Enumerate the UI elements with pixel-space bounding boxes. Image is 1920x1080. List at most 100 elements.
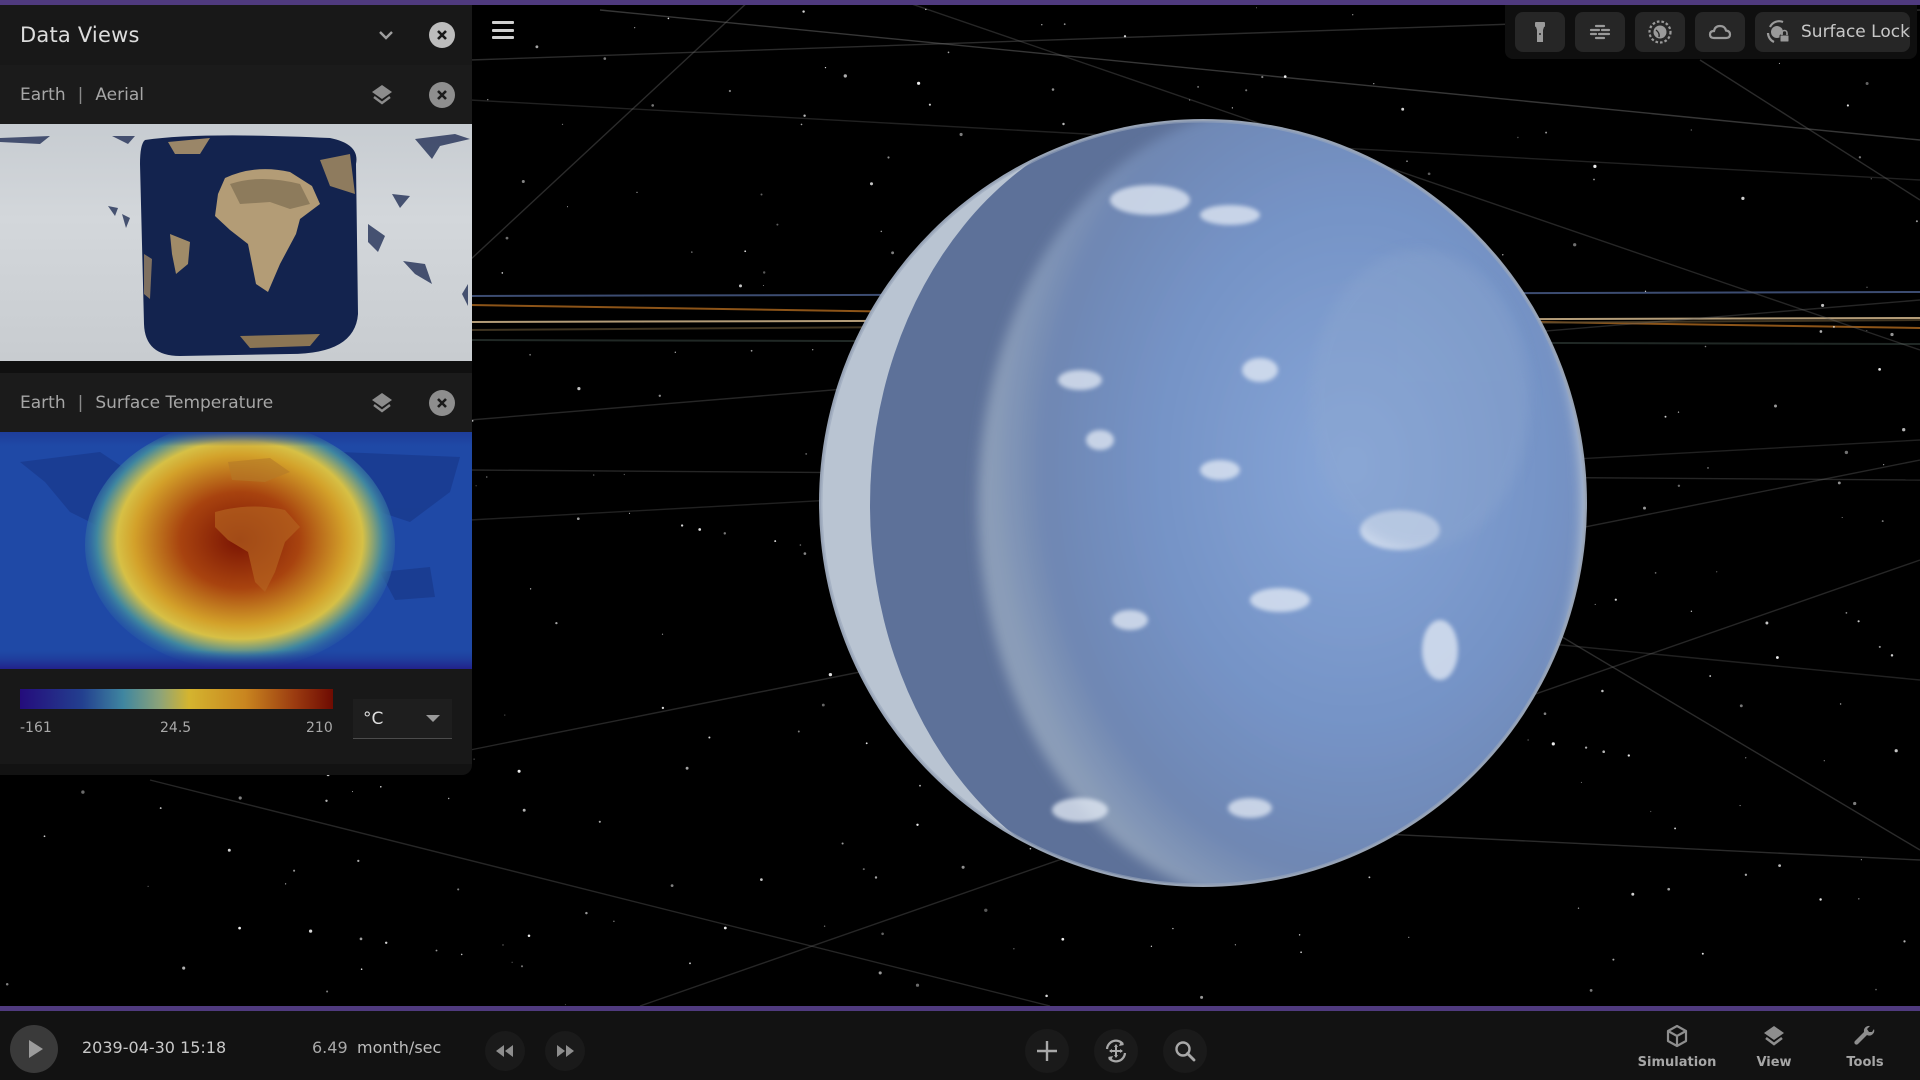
star <box>915 983 920 987</box>
star <box>1593 164 1597 169</box>
star <box>805 452 808 455</box>
star <box>1593 178 1595 181</box>
star <box>159 807 162 810</box>
simulation-datetime[interactable]: 2039-04-30 15:18 <box>82 1038 226 1057</box>
star <box>147 885 149 888</box>
star <box>1602 750 1606 754</box>
chevron-down-icon[interactable] <box>372 21 400 49</box>
star <box>585 911 588 915</box>
close-view-button[interactable] <box>428 81 456 109</box>
star <box>1832 325 1835 328</box>
star <box>916 823 919 826</box>
star <box>862 868 865 871</box>
star <box>1778 62 1780 64</box>
star <box>1846 104 1849 107</box>
time-rate-value[interactable]: 6.49 <box>312 1038 348 1057</box>
star <box>1744 873 1748 876</box>
unit-select-dropdown[interactable]: °C <box>353 699 452 739</box>
star <box>1427 172 1431 176</box>
star <box>1857 620 1860 623</box>
star <box>529 353 531 356</box>
star <box>1654 572 1657 574</box>
star <box>529 588 532 590</box>
star <box>1408 936 1410 938</box>
fast-forward-button[interactable] <box>545 1031 585 1071</box>
atmosphere-icon <box>1648 20 1672 44</box>
star <box>1664 415 1667 418</box>
search-button[interactable] <box>1163 1029 1207 1073</box>
star <box>1774 404 1777 408</box>
star <box>1197 85 1200 88</box>
star <box>1860 859 1862 861</box>
nav-tab-tools[interactable]: Tools <box>1825 1023 1905 1070</box>
hamburger-menu-icon[interactable] <box>490 18 516 42</box>
star <box>708 736 711 739</box>
surface-lock-button[interactable]: Surface Lock <box>1755 12 1910 52</box>
star <box>1903 940 1906 943</box>
play-button[interactable] <box>10 1025 58 1073</box>
star <box>824 66 827 69</box>
star <box>1200 995 1204 999</box>
star <box>1765 621 1769 625</box>
surface-temperature-map-thumbnail[interactable] <box>0 432 472 669</box>
close-panel-button[interactable] <box>428 21 456 49</box>
data-views-header: Data Views <box>0 5 472 65</box>
star <box>1041 24 1043 26</box>
star <box>460 953 463 956</box>
view-separator: | <box>77 392 84 413</box>
nav-tab-view[interactable]: View <box>1734 1023 1814 1070</box>
layers-icon[interactable] <box>368 81 396 109</box>
orbit-lines-button[interactable] <box>1575 12 1625 52</box>
top-toolbar: Surface Lock <box>1505 5 1917 59</box>
star <box>1716 571 1718 573</box>
view-body-name: Earth <box>20 392 66 413</box>
planet-earth[interactable] <box>810 105 1610 910</box>
star <box>1704 345 1707 348</box>
time-rate-unit[interactable]: month/sec <box>357 1038 441 1057</box>
star <box>841 842 844 845</box>
close-circle-icon <box>429 81 455 108</box>
aerial-map-thumbnail[interactable] <box>0 124 472 361</box>
bottom-bar: 2039-04-30 15:18 6.49 month/sec Simulati… <box>0 1006 1920 1080</box>
nav-tab-label: Tools <box>1846 1055 1884 1070</box>
layers-icon[interactable] <box>368 389 396 417</box>
star <box>1300 951 1302 954</box>
view-body-name: Earth <box>20 84 66 105</box>
star <box>457 888 460 891</box>
star <box>448 797 450 800</box>
close-view-button[interactable] <box>428 389 456 417</box>
clouds-button[interactable] <box>1695 12 1745 52</box>
star <box>182 966 186 970</box>
star <box>1612 958 1615 961</box>
star <box>1298 934 1301 936</box>
nav-tab-simulation[interactable]: Simulation <box>1637 1023 1717 1070</box>
star <box>812 349 814 351</box>
star <box>1188 99 1191 101</box>
colorbar-max-label: 210 <box>306 720 333 736</box>
flashlight-button[interactable] <box>1515 12 1565 52</box>
star <box>360 968 363 970</box>
atmosphere-button[interactable] <box>1635 12 1685 52</box>
add-button[interactable] <box>1025 1029 1069 1073</box>
star <box>384 941 388 945</box>
star <box>869 182 874 186</box>
star <box>1517 136 1519 139</box>
data-view-aerial: Earth | Aerial <box>0 65 472 361</box>
star <box>1589 988 1593 992</box>
unit-select-value: °C <box>363 708 384 729</box>
rewind-button[interactable] <box>485 1031 525 1071</box>
star <box>1741 196 1745 201</box>
star <box>1739 805 1741 807</box>
star <box>1823 760 1825 762</box>
recenter-button[interactable] <box>1094 1029 1138 1073</box>
star <box>1674 827 1677 830</box>
star <box>1878 368 1881 371</box>
star <box>1150 945 1153 947</box>
star <box>800 123 803 126</box>
star <box>351 791 354 793</box>
star <box>685 766 689 770</box>
star <box>501 272 504 274</box>
star <box>1890 654 1894 657</box>
star <box>592 474 595 476</box>
star <box>293 869 296 872</box>
